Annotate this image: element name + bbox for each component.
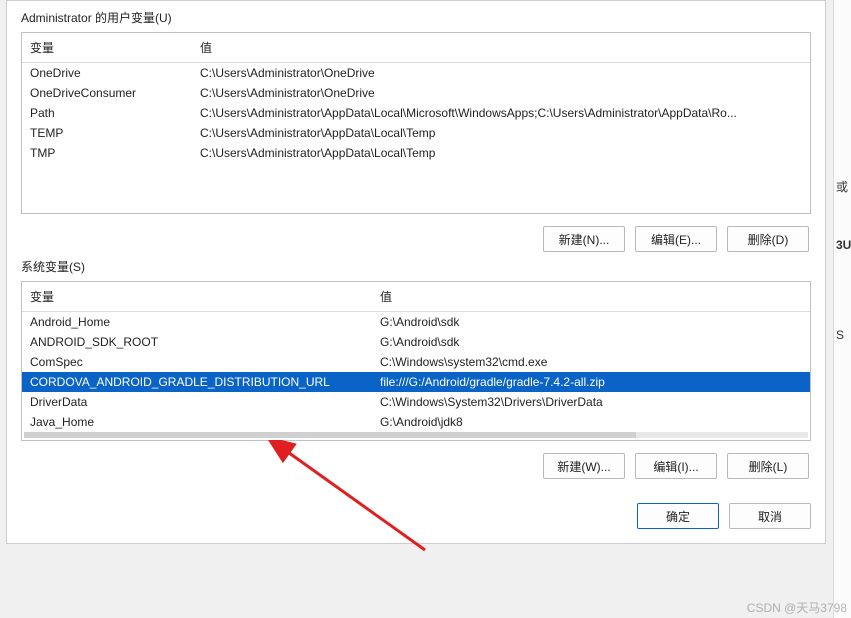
sys-vars-group: 系统变量(S) 变量 值 Android_HomeG:\Android\sdk … [21,258,811,479]
table-row[interactable]: DriverDataC:\Windows\System32\Drivers\Dr… [22,392,810,412]
user-vars-label: Administrator 的用户变量(U) [21,9,811,26]
table-row[interactable]: PathC:\Users\Administrator\AppData\Local… [22,103,810,123]
user-new-button[interactable]: 新建(N)... [543,226,625,252]
ok-button[interactable]: 确定 [637,503,719,529]
user-vars-group: Administrator 的用户变量(U) 变量 值 OneDriveC:\U… [21,9,811,252]
sys-vars-table-frame: 变量 值 Android_HomeG:\Android\sdk ANDROID_… [21,281,811,441]
env-vars-dialog: Administrator 的用户变量(U) 变量 值 OneDriveC:\U… [6,0,826,544]
user-col-value[interactable]: 值 [192,33,810,63]
sys-vars-label: 系统变量(S) [21,258,811,275]
user-edit-button[interactable]: 编辑(E)... [635,226,717,252]
cancel-button[interactable]: 取消 [729,503,811,529]
sys-vars-table[interactable]: 变量 值 Android_HomeG:\Android\sdk ANDROID_… [22,282,810,432]
table-row[interactable]: TEMPC:\Users\Administrator\AppData\Local… [22,123,810,143]
table-row[interactable]: OneDriveConsumerC:\Users\Administrator\O… [22,83,810,103]
table-row[interactable]: Java_HomeG:\Android\jdk8 [22,412,810,432]
table-row[interactable]: ComSpecC:\Windows\system32\cmd.exe [22,352,810,372]
table-row[interactable]: OneDriveC:\Users\Administrator\OneDrive [22,63,810,84]
table-row[interactable]: Android_HomeG:\Android\sdk [22,312,810,333]
watermark-text: CSDN @天马3798 [747,599,847,616]
background-fragment: 或 3U S [833,0,851,618]
user-vars-table[interactable]: 变量 值 OneDriveC:\Users\Administrator\OneD… [22,33,810,163]
user-vars-buttons: 新建(N)... 编辑(E)... 删除(D) [21,226,809,252]
table-row[interactable]: TMPC:\Users\Administrator\AppData\Local\… [22,143,810,163]
sys-col-value[interactable]: 值 [372,282,810,312]
user-vars-table-frame: 变量 值 OneDriveC:\Users\Administrator\OneD… [21,32,811,214]
scrollbar-thumb[interactable] [24,432,636,438]
horizontal-scrollbar[interactable] [24,432,808,438]
table-row[interactable]: ANDROID_SDK_ROOTG:\Android\sdk [22,332,810,352]
user-col-variable[interactable]: 变量 [22,33,192,63]
dialog-footer: 确定 取消 [21,503,811,529]
sys-vars-buttons: 新建(W)... 编辑(I)... 删除(L) [21,453,809,479]
user-delete-button[interactable]: 删除(D) [727,226,809,252]
sys-delete-button[interactable]: 删除(L) [727,453,809,479]
sys-col-variable[interactable]: 变量 [22,282,372,312]
sys-edit-button[interactable]: 编辑(I)... [635,453,717,479]
table-row-selected[interactable]: CORDOVA_ANDROID_GRADLE_DISTRIBUTION_URLf… [22,372,810,392]
sys-new-button[interactable]: 新建(W)... [543,453,625,479]
